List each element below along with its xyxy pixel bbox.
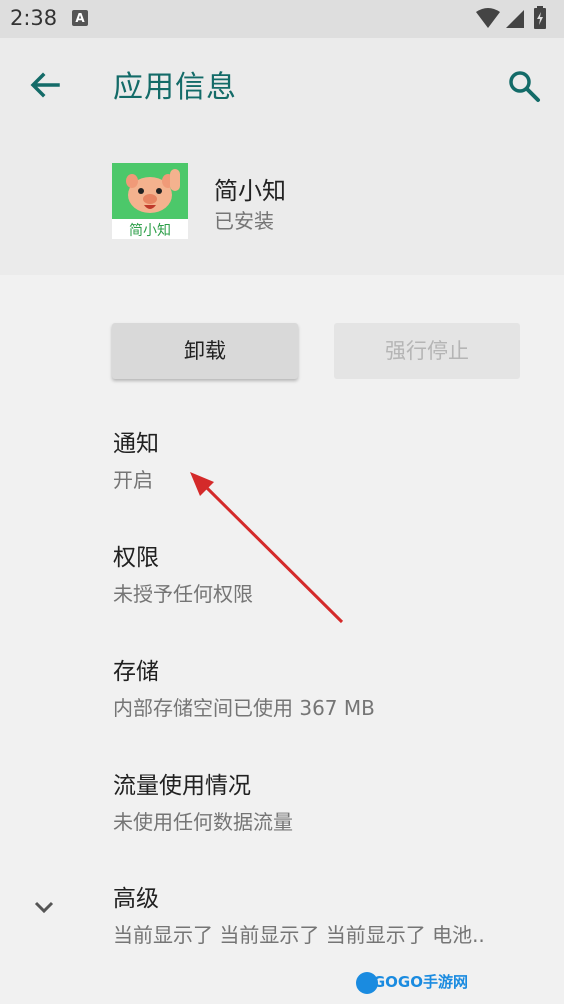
- settings-item-advanced[interactable]: 高级 当前显示了 当前显示了 当前显示了 电池..: [113, 879, 485, 948]
- uninstall-button[interactable]: 卸载: [112, 323, 298, 379]
- item-subtitle: 未使用任何数据流量: [113, 810, 293, 834]
- back-arrow-icon: [30, 72, 60, 98]
- search-icon: [509, 71, 540, 102]
- item-title: 通知: [113, 431, 159, 457]
- pig-mascot-icon: 简小知: [112, 163, 188, 239]
- wifi-icon: [476, 8, 500, 28]
- battery-icon: [534, 6, 546, 29]
- watermark: GOGO手游网: [372, 973, 468, 991]
- item-title: 存储: [113, 659, 159, 685]
- settings-item-storage[interactable]: 存储 内部存储空间已使用 367 MB: [113, 652, 375, 721]
- settings-item-notifications[interactable]: 通知 开启: [113, 424, 159, 493]
- page-title: 应用信息: [113, 70, 237, 105]
- app-header: 应用信息 简小知 简小知 已安装: [0, 38, 564, 275]
- signal-icon: [506, 10, 524, 28]
- app-name: 简小知: [214, 177, 286, 205]
- item-subtitle: 当前显示了 当前显示了 当前显示了 电池..: [113, 923, 485, 947]
- force-stop-button[interactable]: 强行停止: [334, 323, 520, 379]
- app-install-status: 已安装: [214, 209, 274, 233]
- search-button[interactable]: [502, 64, 546, 108]
- app-icon-label: 简小知: [129, 222, 171, 239]
- settings-item-data-usage[interactable]: 流量使用情况 未使用任何数据流量: [113, 766, 293, 835]
- settings-item-permissions[interactable]: 权限 未授予任何权限: [113, 538, 253, 607]
- status-icons: [474, 6, 554, 36]
- item-title: 高级: [113, 886, 159, 912]
- item-subtitle: 内部存储空间已使用 367 MB: [113, 696, 375, 720]
- back-button[interactable]: [22, 64, 66, 108]
- status-time: 2:38: [10, 6, 58, 30]
- item-subtitle: 开启: [113, 468, 153, 492]
- expand-advanced-button[interactable]: [30, 895, 58, 919]
- status-bar: 2:38 A: [0, 0, 564, 38]
- item-title: 权限: [113, 545, 159, 571]
- app-icon: 简小知: [112, 163, 188, 239]
- item-subtitle: 未授予任何权限: [113, 582, 253, 606]
- chevron-down-icon: [34, 901, 54, 914]
- item-title: 流量使用情况: [113, 773, 251, 799]
- notification-icon: A: [72, 10, 88, 26]
